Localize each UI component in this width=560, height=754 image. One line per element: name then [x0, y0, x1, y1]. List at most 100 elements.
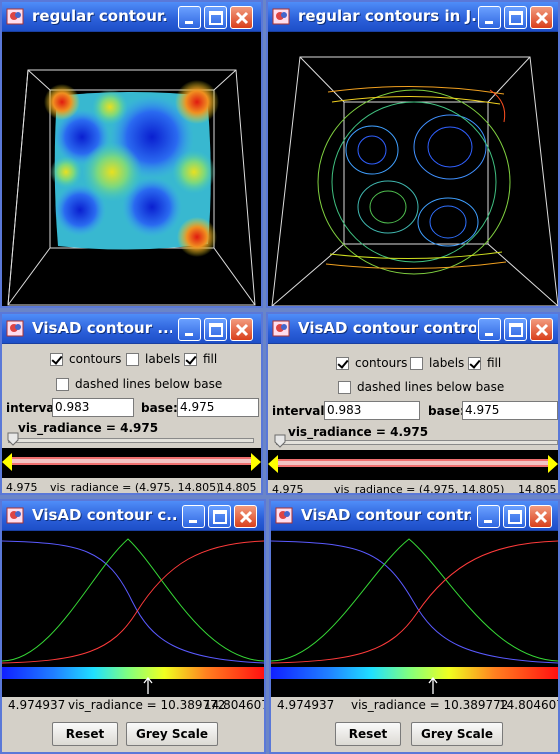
close-button[interactable] — [230, 318, 253, 341]
title-bar[interactable]: regular contours in J... — [268, 2, 558, 32]
base-input[interactable]: 4.975 — [462, 401, 558, 420]
grey-scale-button[interactable]: Grey Scale — [126, 722, 218, 746]
maximize-icon — [509, 323, 523, 337]
plot-window-right: regular contours in J... — [266, 0, 560, 308]
close-button[interactable] — [529, 505, 552, 528]
slider-thumb-icon[interactable] — [274, 434, 286, 448]
contour-controls-panel: contours labels fill dashed lines below … — [2, 344, 261, 493]
minimize-button[interactable] — [477, 505, 500, 528]
slider-value-label: vis_radiance = 4.975 — [288, 425, 429, 439]
range-slider[interactable] — [268, 450, 558, 480]
window-title: VisAD contour controls — [298, 319, 476, 337]
fill-checkbox[interactable]: fill — [468, 356, 501, 370]
base-label: base: — [428, 404, 465, 418]
colormap-pointer-arrow-icon — [428, 677, 438, 694]
colormap-gradient-bar — [2, 667, 264, 679]
dashed-lines-checkbox[interactable]: dashed lines below base — [338, 380, 504, 394]
range-max-handle-icon[interactable] — [251, 453, 261, 471]
fill-checkbox[interactable]: fill — [184, 352, 217, 366]
close-icon — [534, 510, 548, 524]
checkbox-checked-icon — [336, 356, 349, 370]
colormap-max-value: 14.804607 — [204, 698, 266, 712]
minimize-icon — [185, 333, 193, 336]
close-button[interactable] — [530, 318, 553, 341]
maximize-icon — [209, 11, 223, 25]
interval-input[interactable]: 0.983 — [324, 401, 420, 420]
contour-controls-window-right: VisAD contour controls contours labels f… — [266, 312, 560, 495]
reset-button[interactable]: Reset — [335, 722, 401, 746]
minimize-icon — [185, 21, 193, 24]
minimize-button[interactable] — [178, 6, 201, 29]
close-button[interactable] — [530, 6, 553, 29]
close-icon — [535, 323, 549, 337]
interval-label: interval: — [272, 404, 330, 418]
base-input[interactable]: 4.975 — [177, 398, 259, 417]
plot-window-left: regular contour... — [0, 0, 263, 308]
close-button[interactable] — [234, 505, 257, 528]
reset-button[interactable]: Reset — [52, 722, 118, 746]
maximize-button[interactable] — [504, 318, 527, 341]
base-label: base: — [141, 401, 178, 415]
checkbox-checked-icon — [468, 356, 481, 370]
maximize-button[interactable] — [204, 6, 227, 29]
title-bar[interactable]: VisAD contour c... — [2, 501, 264, 531]
interval-input[interactable]: 0.983 — [52, 398, 134, 417]
base-slider[interactable] — [8, 438, 254, 443]
close-button[interactable] — [230, 6, 253, 29]
slider-thumb-icon[interactable] — [7, 432, 19, 446]
labels-label: labels — [429, 356, 465, 370]
minimize-button[interactable] — [182, 505, 205, 528]
range-min-handle-icon[interactable] — [268, 455, 278, 473]
range-slider[interactable] — [2, 448, 261, 478]
checkbox-unchecked-icon — [338, 380, 351, 394]
colormap-controls: 4.974937 vis_radiance = 10.389772 14.804… — [2, 697, 264, 752]
maximize-button[interactable] — [503, 505, 526, 528]
labels-checkbox[interactable]: labels — [410, 356, 464, 370]
grey-scale-button[interactable]: Grey Scale — [411, 722, 503, 746]
minimize-button[interactable] — [478, 6, 501, 29]
colormap-min-value: 4.974937 — [8, 698, 66, 712]
labels-checkbox[interactable]: labels — [126, 352, 180, 366]
title-bar[interactable]: VisAD contour contr... — [271, 501, 558, 531]
contour-controls-panel: contours labels fill dashed lines below … — [268, 344, 558, 493]
title-bar[interactable]: VisAD contour ... — [2, 314, 261, 344]
base-slider[interactable] — [276, 440, 558, 445]
colormap-editor[interactable] — [271, 531, 558, 697]
java-app-icon — [275, 507, 293, 524]
contours-checkbox[interactable]: contours — [336, 356, 407, 370]
maximize-button[interactable] — [504, 6, 527, 29]
minimize-button[interactable] — [478, 318, 501, 341]
colormap-max-value: 14.804607 — [499, 698, 560, 712]
maximize-icon — [508, 510, 522, 524]
filled-contour-display[interactable] — [2, 32, 261, 306]
window-title: VisAD contour contr... — [301, 506, 471, 524]
checkbox-unchecked-icon — [126, 352, 139, 366]
colormap-editor[interactable] — [2, 531, 264, 697]
contours-label: contours — [355, 356, 408, 370]
range-min-handle-icon[interactable] — [2, 453, 12, 471]
range-readout: vis_radiance = (4.975, 14.805) — [50, 481, 221, 494]
close-icon — [239, 510, 253, 524]
contours-checkbox[interactable]: contours — [50, 352, 121, 366]
range-min-value: 4.975 — [272, 483, 304, 495]
line-contour-display[interactable] — [268, 32, 558, 306]
java-app-icon — [6, 320, 24, 337]
range-bar — [10, 457, 253, 465]
title-bar[interactable]: VisAD contour controls — [268, 314, 558, 344]
title-bar[interactable]: regular contour... — [2, 2, 261, 32]
contour-controls-window-left: VisAD contour ... contours labels fill d… — [0, 312, 263, 495]
checkbox-unchecked-icon — [410, 356, 423, 370]
range-max-handle-icon[interactable] — [548, 455, 558, 473]
maximize-icon — [209, 323, 223, 337]
fill-label: fill — [487, 356, 502, 370]
dashed-lines-checkbox[interactable]: dashed lines below base — [56, 377, 222, 391]
minimize-icon — [189, 520, 197, 523]
minimize-button[interactable] — [178, 318, 201, 341]
close-icon — [535, 11, 549, 25]
window-title: regular contours in J... — [298, 7, 478, 25]
close-icon — [235, 11, 249, 25]
maximize-button[interactable] — [208, 505, 231, 528]
maximize-button[interactable] — [204, 318, 227, 341]
minimize-icon — [485, 21, 493, 24]
window-title: regular contour... — [32, 7, 167, 25]
